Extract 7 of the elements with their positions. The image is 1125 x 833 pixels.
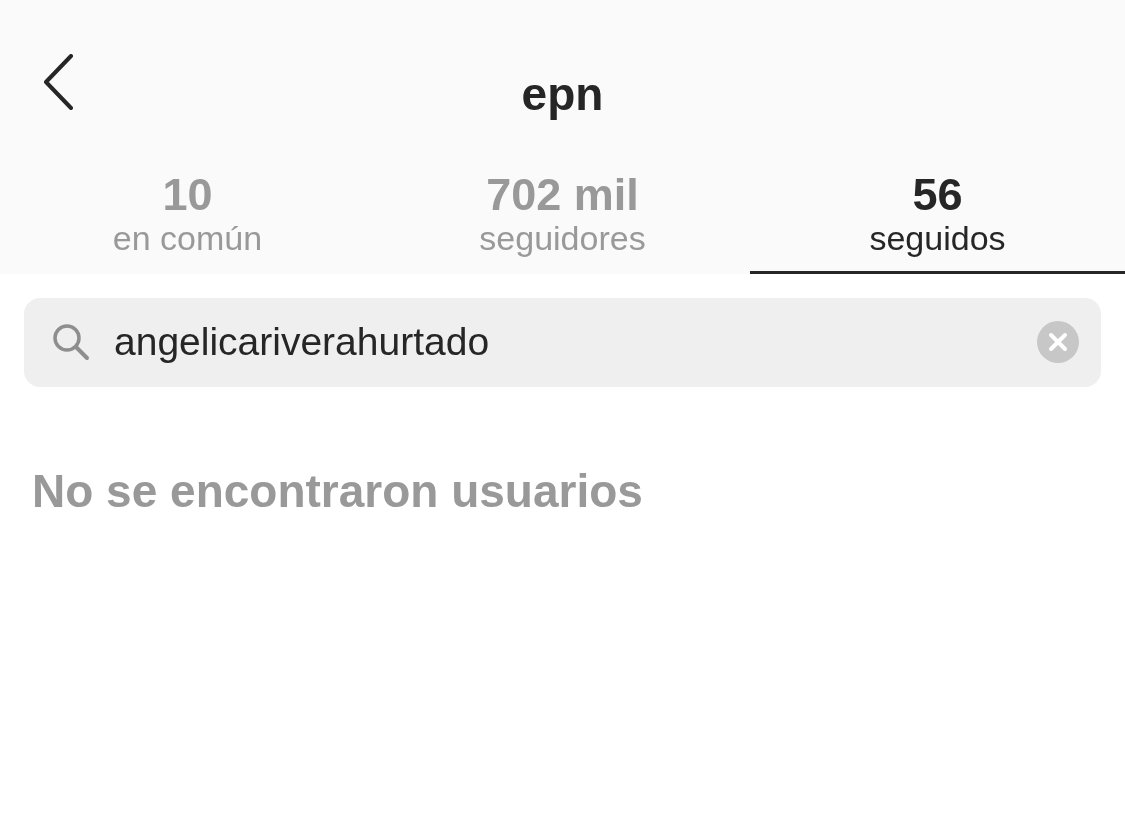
search-icon: [52, 322, 90, 361]
empty-message: No se encontraron usuarios: [32, 463, 644, 519]
back-icon: [42, 54, 74, 110]
tab[interactable]: 56 seguidos: [750, 150, 1125, 274]
clear-icon: [1037, 320, 1079, 363]
search-field[interactable]: angelicariverahurtado: [24, 297, 1101, 387]
profile-title: epn: [521, 67, 604, 122]
